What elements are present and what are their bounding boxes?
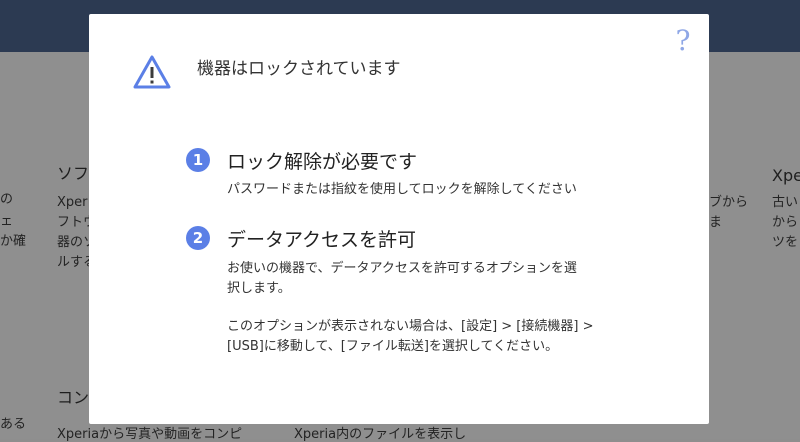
bg-col2-line: Xper xyxy=(57,195,88,210)
step-1-number-badge: 1 xyxy=(186,148,210,172)
step-1-description: パスワードまたは指紋を使用してロックを解除してください xyxy=(227,182,577,197)
step-2-note-line: [USB]に移動して、[ファイル転送]を選択してください。 xyxy=(227,339,559,354)
bg-col4-line: ツを xyxy=(772,235,799,250)
device-locked-dialog: ? 機器はロックされています 1 ロック解除が必要です パスワードまたは指紋を使… xyxy=(89,14,709,424)
bg-col1-line: ェ xyxy=(0,214,14,229)
step-2-title: データアクセスを許可 xyxy=(227,229,417,251)
step-1-title: ロック解除が必要です xyxy=(227,151,418,173)
help-icon[interactable]: ? xyxy=(671,26,695,56)
dialog-title: 機器はロックされています xyxy=(197,59,401,79)
bg-col1-line: か確 xyxy=(0,234,27,249)
bg-bottom-left: ある xyxy=(0,417,27,432)
bg-col2-title: ソフ xyxy=(57,164,90,183)
bg-col1-line: の xyxy=(0,192,14,207)
bg-col3-line: ま xyxy=(709,215,723,230)
bg-bottom-line: Xperiaから写真や動画をコンピ xyxy=(57,427,243,442)
bg-bottom-line: Xperia内のファイルを表示し xyxy=(294,427,467,442)
step-2-note-line: このオプションが表示されない場合は、[設定] > [接続機器] > xyxy=(227,319,594,334)
step-2-number-badge: 2 xyxy=(186,226,210,250)
warning-icon xyxy=(133,55,171,89)
bg-col3-line: ブから xyxy=(709,195,749,210)
bg-col4-line: 古い xyxy=(772,195,799,210)
bg-col4-title: Xpe xyxy=(772,166,800,185)
bg-bottom-title: コン xyxy=(57,388,90,407)
bg-col4-line: から xyxy=(772,215,799,230)
step-2-description-line: 択します。 xyxy=(227,281,291,296)
step-2-description-line: お使いの機器で、データアクセスを許可するオプションを選 xyxy=(227,261,577,276)
